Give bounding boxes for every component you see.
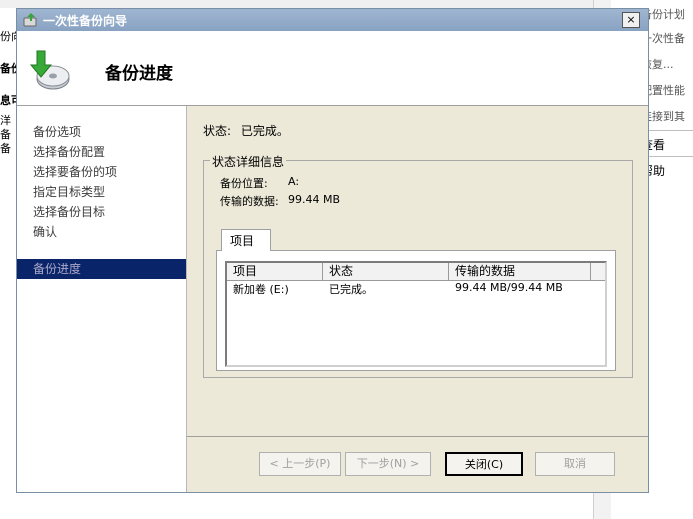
status-details-group: 状态详细信息 备份位置: A: 传输的数据: 99.44 MB 项目 项目 状态… (203, 153, 633, 378)
cell-transferred: 99.44 MB/99.44 MB (455, 281, 563, 294)
cancel-button[interactable]: 取消 (535, 452, 615, 476)
status-value: 已完成。 (240, 124, 289, 138)
group-title: 状态详细信息 (210, 153, 287, 170)
step-confirm[interactable]: 确认 (17, 222, 186, 242)
step-backup-options[interactable]: 备份选项 (17, 122, 186, 142)
column-header-status[interactable]: 状态 (323, 263, 449, 280)
wizard-header: 备份进度 (17, 31, 648, 106)
step-select-config[interactable]: 选择备份配置 (17, 142, 186, 162)
step-backup-progress[interactable]: 备份进度 (17, 259, 186, 279)
backup-location-label: 备份位置: (220, 177, 268, 190)
wizard-steps: 备份选项 选择备份配置 选择要备份的项 指定目标类型 选择备份目标 确认 备份进… (17, 106, 187, 492)
cell-status: 已完成。 (329, 283, 373, 296)
backup-wizard-dialog: 一次性备份向导 × 备份进度 备份选项 选择备份配置 选择要备份的项 指定目标类… (16, 8, 649, 493)
window-title: 一次性备份向导 (43, 14, 128, 28)
background-window-left: 份向 备份 息可 洋 备 备 (0, 8, 22, 519)
close-icon[interactable]: × (622, 12, 640, 28)
backup-disk-icon (29, 50, 70, 90)
status-label: 状态: (203, 124, 232, 138)
status-line: 状态: 已完成。 (203, 122, 289, 139)
wizard-content: 状态: 已完成。 状态详细信息 备份位置: A: 传输的数据: 99.44 MB… (187, 106, 648, 492)
transferred-value: 99.44 MB (288, 193, 341, 206)
step-select-destination[interactable]: 选择备份目标 (17, 202, 186, 222)
table-row[interactable]: 新加卷 (E:) 已完成。 99.44 MB/99.44 MB (227, 281, 605, 297)
transferred-label: 传输的数据: (220, 195, 279, 208)
tab-panel-items: 项目 状态 传输的数据 新加卷 (E:) 已完成。 99.44 MB/99.44… (216, 250, 616, 371)
column-header-transferred[interactable]: 传输的数据 (449, 263, 591, 280)
background-left-text: 备 (0, 142, 11, 155)
backup-location-value: A: (288, 175, 300, 188)
list-header: 项目 状态 传输的数据 (227, 263, 605, 281)
step-select-items[interactable]: 选择要备份的项 (17, 162, 186, 182)
step-destination-type[interactable]: 指定目标类型 (17, 182, 186, 202)
back-button[interactable]: < 上一步(P) (259, 452, 341, 476)
close-button[interactable]: 关闭(C) (445, 452, 523, 476)
column-header-item[interactable]: 项目 (227, 263, 323, 280)
cell-item: 新加卷 (E:) (233, 283, 289, 296)
page-title: 备份进度 (105, 64, 173, 84)
backup-location-row: 备份位置: A: (220, 175, 299, 191)
footer-divider (187, 436, 648, 437)
title-bar[interactable]: 一次性备份向导 × (17, 9, 648, 31)
items-list[interactable]: 项目 状态 传输的数据 新加卷 (E:) 已完成。 99.44 MB/99.44… (225, 261, 607, 367)
transferred-row: 传输的数据: 99.44 MB (220, 193, 340, 209)
tab-items[interactable]: 项目 (221, 229, 271, 251)
next-button[interactable]: 下一步(N) > (345, 452, 431, 476)
background-window-top (0, 0, 693, 8)
wizard-app-icon (23, 13, 37, 27)
